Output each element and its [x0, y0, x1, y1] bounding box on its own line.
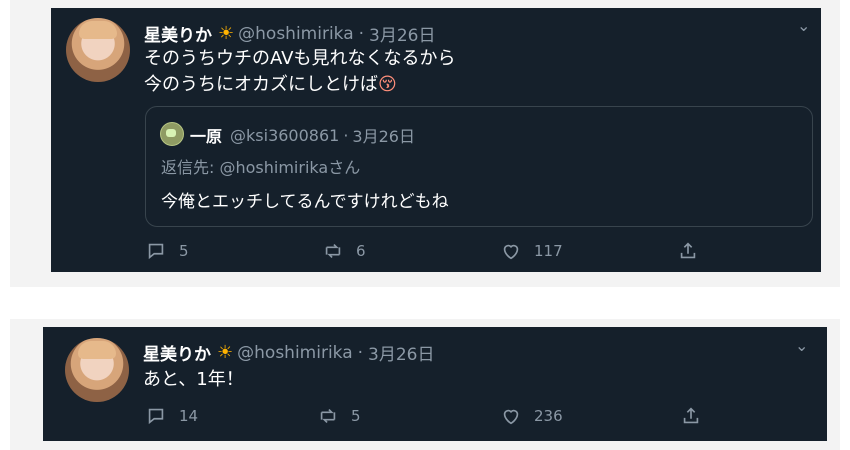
share-icon	[680, 242, 696, 259]
chevron-down-icon[interactable]: ⌄	[795, 336, 808, 355]
display-name[interactable]: 星美りか	[144, 21, 212, 46]
kissing-face-emoji: 😚	[378, 74, 397, 95]
reply-context: 返信先: @hoshimirikaさん	[161, 154, 360, 178]
tweet-actions: 5 6 117	[145, 241, 813, 261]
quote-avatar[interactable]	[160, 122, 184, 146]
tweet-date[interactable]: 3月26日	[368, 340, 434, 365]
separator-dot: ·	[358, 23, 365, 44]
retweet-icon	[325, 243, 341, 259]
tweet-text-line-2: 今のうちにオカズにしとけば	[144, 74, 378, 95]
user-handle[interactable]: @hoshimirika	[237, 343, 353, 363]
like-count: 117	[534, 242, 563, 260]
tweet-card-1[interactable]: 星美りか ☀ @hoshimirika · 3月26日 ⌄ そのうちウチのAVも…	[51, 8, 821, 272]
quoted-tweet[interactable]: 一原 @ksi3600861 · 3月26日 返信先: @hoshimirika…	[145, 106, 813, 227]
tweet-date[interactable]: 3月26日	[369, 21, 435, 46]
tweet-text-line-1: あと、1年！	[143, 369, 244, 390]
reply-suffix: さん	[328, 158, 361, 177]
quote-text: 今俺とエッチしてるんですけれどもね	[161, 192, 449, 212]
chevron-down-icon[interactable]: ⌄	[797, 16, 810, 35]
tweet-text-line-1: そのうちウチのAVも見れなくなるから	[144, 48, 456, 69]
quote-handle[interactable]: @ksi3600861	[230, 126, 339, 145]
share-button[interactable]	[680, 405, 714, 427]
tweet-card-2[interactable]: 星美りか ☀ @hoshimirika · 3月26日 ⌄ あと、1年！ 14 …	[43, 327, 827, 441]
quote-date[interactable]: 3月26日	[352, 123, 415, 147]
like-button[interactable]: 117	[500, 240, 563, 262]
quote-header: 一原 @ksi3600861 · 3月26日	[190, 123, 415, 147]
retweet-count: 6	[356, 242, 366, 260]
like-button[interactable]: 236	[500, 405, 563, 427]
avatar[interactable]	[66, 18, 130, 82]
separator-dot: ·	[357, 342, 364, 363]
heart-icon	[503, 409, 519, 425]
user-handle[interactable]: @hoshimirika	[238, 24, 354, 44]
reply-count: 14	[179, 407, 199, 425]
reply-count: 5	[179, 242, 189, 260]
retweet-count: 5	[351, 407, 361, 425]
tweet-text-line-2-wrapper: 今のうちにオカズにしとけば😚	[144, 72, 397, 97]
tweet-header: 星美りか ☀ @hoshimirika · 3月26日	[144, 21, 436, 47]
quote-display-name[interactable]: 一原	[190, 123, 222, 147]
retweet-button[interactable]: 6	[322, 240, 366, 262]
reply-button[interactable]: 14	[145, 405, 198, 427]
reply-icon	[148, 408, 164, 425]
share-button[interactable]	[677, 240, 711, 262]
reply-icon	[148, 243, 164, 260]
sun-icon: ☀	[217, 341, 234, 363]
like-count: 236	[534, 407, 563, 425]
sun-icon: ☀	[218, 22, 235, 44]
display-name[interactable]: 星美りか	[143, 340, 211, 365]
avatar[interactable]	[65, 338, 129, 402]
tweet-header: 星美りか ☀ @hoshimirika · 3月26日	[143, 340, 435, 366]
quote-separator-dot: ·	[343, 125, 349, 145]
share-icon	[683, 407, 699, 424]
reply-prefix: 返信先:	[161, 158, 220, 177]
tweet-actions: 14 5 236	[145, 406, 815, 426]
reply-mention-link[interactable]: @hoshimirika	[219, 158, 328, 177]
reply-button[interactable]: 5	[145, 240, 189, 262]
retweet-icon	[320, 408, 336, 424]
retweet-button[interactable]: 5	[317, 405, 361, 427]
heart-icon	[503, 244, 519, 260]
